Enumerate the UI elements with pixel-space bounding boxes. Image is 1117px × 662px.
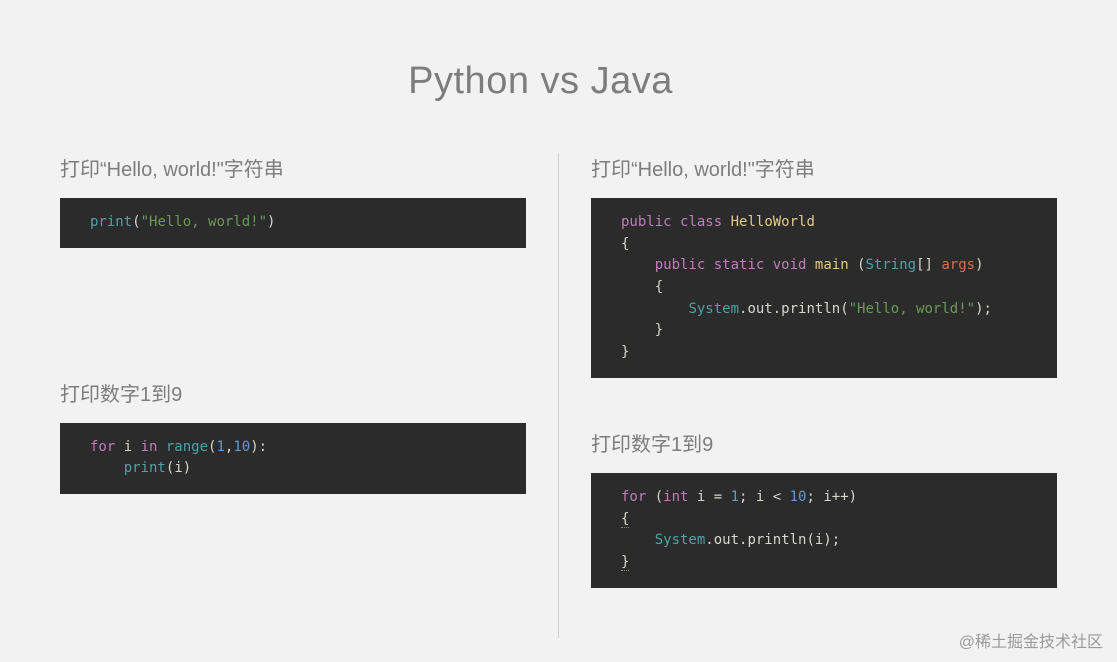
tok: ): [250,439,267,455]
tok: .out. [739,301,781,317]
tok: public [621,214,672,230]
tok: ); [975,301,992,317]
tok: } [621,344,629,360]
tok: class [680,214,722,230]
tok: { [621,511,629,528]
tok: { [655,279,663,295]
tok [722,214,730,230]
tok: ( [646,489,663,505]
tok: void [773,257,807,273]
watermark-text: @稀土掘金技术社区 [959,628,1103,652]
tok [621,257,655,273]
tok: "Hello, world!" [849,301,975,317]
python-loop-code: for i in range(1,10): print(i) [60,423,526,494]
tok [621,532,655,548]
tok: 10 [233,439,250,455]
tok: } [621,554,629,571]
tok: String [865,257,916,273]
tok: ( [132,214,140,230]
tok: System [655,532,706,548]
tok: } [655,322,663,338]
tok: 1 [216,439,224,455]
java-loop-title: 打印数字1到9 [591,428,1057,457]
tok: 1 [731,489,739,505]
python-loop-title: 打印数字1到9 [60,378,526,407]
tok: HelloWorld [731,214,815,230]
java-hello-code: public class HelloWorld { public static … [591,198,1057,378]
tok: { [621,236,629,252]
tok: ; i++) [806,489,857,505]
tok: ( [840,301,848,317]
tok: ) [267,214,275,230]
tok: ) [975,257,983,273]
tok: ) [183,460,191,476]
tok: print [90,214,132,230]
page-title: Python vs Java [0,0,1117,153]
tok: ( [849,257,866,273]
tok: ; i < [739,489,790,505]
java-loop-code: for (int i = 1; i < 10; i++) { System.ou… [591,473,1057,588]
tok [621,279,655,295]
tok: in [141,439,158,455]
tok: print [124,460,166,476]
tok: i = [688,489,730,505]
tok: .out.println(i); [705,532,840,548]
tok [621,322,655,338]
java-column: 打印“Hello, world!"字符串 public class HelloW… [559,153,1057,638]
python-hello-title: 打印“Hello, world!"字符串 [60,153,526,182]
columns-container: 打印“Hello, world!"字符串 print("Hello, world… [0,153,1117,638]
tok: [] [916,257,941,273]
tok: args [941,257,975,273]
tok: i [115,439,140,455]
tok: 10 [790,489,807,505]
tok: for [90,439,115,455]
tok: for [621,489,646,505]
python-hello-code: print("Hello, world!") [60,198,526,248]
tok: static [714,257,765,273]
tok: i [174,460,182,476]
tok: int [663,489,688,505]
tok: System [688,301,739,317]
tok [672,214,680,230]
tok: "Hello, world!" [141,214,267,230]
tok [705,257,713,273]
java-hello-title: 打印“Hello, world!"字符串 [591,153,1057,182]
tok [621,301,688,317]
tok [764,257,772,273]
tok [806,257,814,273]
python-column: 打印“Hello, world!"字符串 print("Hello, world… [60,153,558,638]
tok: range [157,439,208,455]
tok: public [655,257,706,273]
tok: main [815,257,849,273]
tok: println [781,301,840,317]
tok [90,460,124,476]
